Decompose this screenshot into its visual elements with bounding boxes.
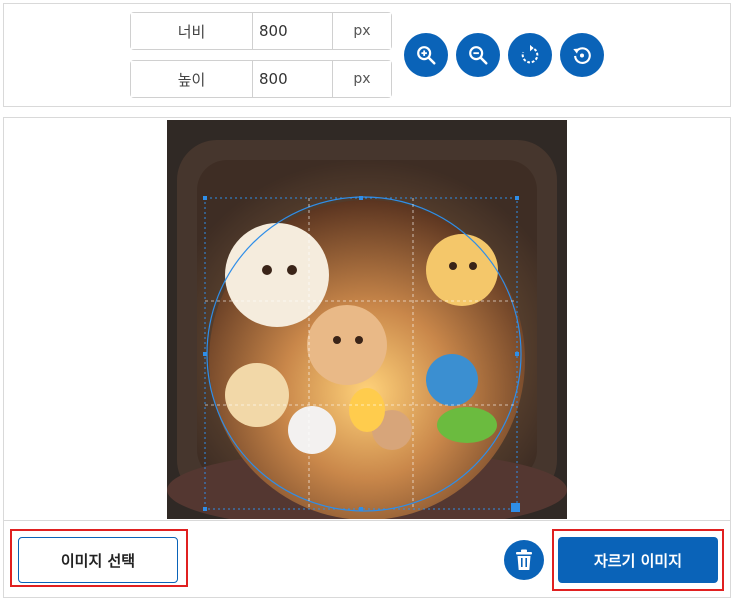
- crop-image-button[interactable]: 자르기 이미지: [558, 537, 718, 583]
- width-field-group: 너비 px: [130, 12, 392, 50]
- rotate-button[interactable]: [508, 33, 552, 77]
- trash-icon: [516, 549, 532, 570]
- cropper-panel: 이미지 선택 자르기 이미지: [3, 117, 731, 598]
- dimension-panel: 너비 px 높이 px: [3, 3, 731, 107]
- reset-icon: [573, 47, 591, 64]
- height-input[interactable]: [253, 61, 333, 97]
- width-unit: px: [333, 13, 391, 49]
- delete-button[interactable]: [504, 540, 544, 580]
- crop-image-highlight: 자르기 이미지: [552, 529, 724, 591]
- zoom-in-icon: [417, 46, 436, 65]
- width-label: 너비: [131, 13, 253, 49]
- rotate-icon: [521, 44, 539, 64]
- height-unit: px: [333, 61, 391, 97]
- width-input[interactable]: [253, 13, 333, 49]
- select-image-highlight: 이미지 선택: [10, 529, 188, 587]
- zoom-out-icon: [469, 46, 488, 65]
- height-field-group: 높이 px: [130, 60, 392, 98]
- select-image-button[interactable]: 이미지 선택: [18, 537, 178, 583]
- zoom-out-button[interactable]: [456, 33, 500, 77]
- height-label: 높이: [131, 61, 253, 97]
- crop-canvas[interactable]: [167, 120, 567, 519]
- reset-button[interactable]: [560, 33, 604, 77]
- action-bar: 이미지 선택 자르기 이미지: [4, 520, 730, 597]
- zoom-in-button[interactable]: [404, 33, 448, 77]
- source-image: [167, 120, 567, 519]
